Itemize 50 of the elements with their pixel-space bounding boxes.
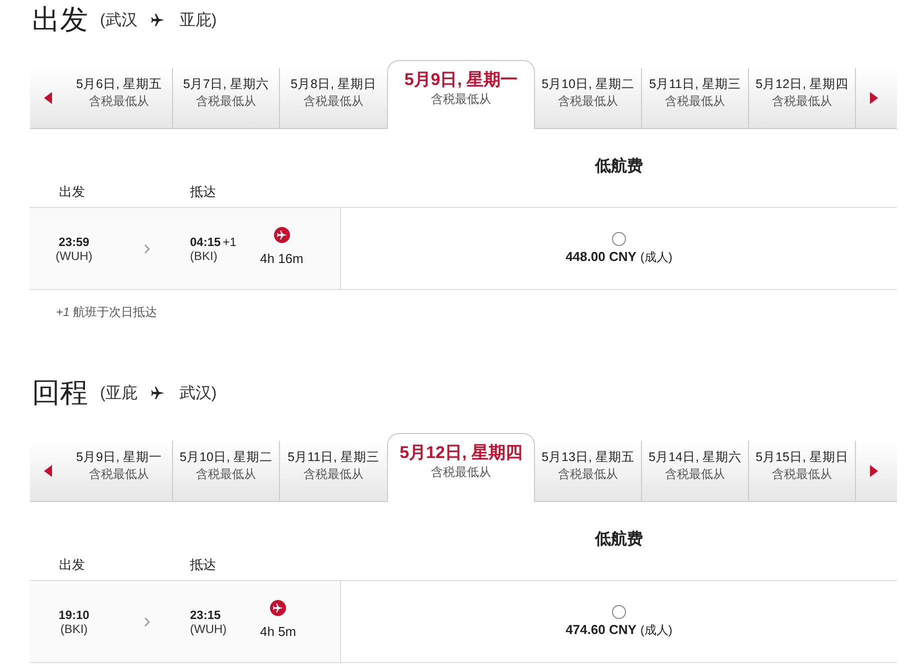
date-tab[interactable]: 5月13日, 星期五 含税最低从	[535, 441, 642, 501]
date-tab[interactable]: 5月10日, 星期二 含税最低从	[173, 441, 280, 501]
airplane-icon[interactable]	[270, 600, 286, 616]
arrival-time: 23:15	[190, 608, 221, 622]
chevron-icon	[144, 244, 150, 254]
column-label: 抵达	[190, 183, 216, 201]
column-label: 抵达	[190, 556, 216, 574]
date-tab[interactable]: 5月14日, 星期六 含税最低从	[642, 441, 749, 501]
date-tab[interactable]: 5月12日, 星期四 含税最低从	[749, 68, 856, 128]
route-origin: (武汉	[100, 10, 138, 30]
footnote: +1 航班于次日抵达	[56, 305, 158, 319]
route-destination: 武汉)	[179, 384, 217, 404]
passenger-type: (成人)	[640, 622, 672, 638]
date-tab[interactable]: 5月11日, 星期三 含税最低从	[280, 441, 387, 501]
route-destination: 亚庇)	[179, 10, 217, 30]
departure-time: 23:59	[58, 234, 90, 248]
column-label: 出发	[58, 183, 86, 201]
date-tab[interactable]: 5月15日, 星期日 含税最低从	[749, 441, 856, 501]
route-origin: (亚庇	[100, 384, 138, 404]
departure-time: 19:10	[58, 608, 90, 622]
flight-duration: 4h 5m	[260, 624, 296, 639]
date-tab[interactable]: 5月6日, 星期五 含税最低从	[66, 68, 173, 128]
airport-code: (WUH)	[190, 622, 227, 636]
airplane-icon	[151, 13, 166, 27]
next-day-mark: +1	[222, 234, 236, 248]
fare-price: 448.00 CNY	[566, 248, 636, 264]
arrival-time: 04:15	[190, 234, 221, 248]
fare-radio[interactable]	[612, 232, 626, 246]
airport-code: (WUH)	[56, 248, 92, 262]
column-label: 出发	[58, 556, 86, 574]
airport-code: (BKI)	[190, 248, 218, 262]
fare-header: 低航费	[595, 156, 643, 177]
date-tab[interactable]: 5月8日, 星期日 含税最低从	[280, 68, 387, 128]
date-tab[interactable]: 5月7日, 星期六 含税最低从	[173, 68, 280, 128]
date-tab[interactable]: 5月9日, 星期一 含税最低从	[66, 441, 173, 501]
date-tab[interactable]: 5月9日, 星期一 含税最低从	[387, 60, 535, 129]
airplane-icon[interactable]	[274, 227, 290, 243]
fare-radio[interactable]	[612, 604, 626, 618]
fare-price: 474.60 CNY	[566, 622, 636, 636]
date-tab[interactable]: 5月10日, 星期二 含税最低从	[535, 68, 642, 128]
fare-header: 低航费	[595, 529, 643, 550]
airport-code: (BKI)	[60, 622, 88, 636]
date-tab[interactable]: 5月12日, 星期四 含税最低从	[387, 433, 535, 502]
passenger-type: (成人)	[640, 248, 672, 266]
section-title: 回程	[32, 376, 88, 410]
airplane-icon	[151, 386, 166, 400]
flight-duration: 4h 16m	[260, 251, 304, 266]
date-tab[interactable]: 5月11日, 星期三 含税最低从	[642, 68, 749, 128]
chevron-icon	[144, 616, 150, 626]
section-title: 出发	[32, 3, 88, 37]
